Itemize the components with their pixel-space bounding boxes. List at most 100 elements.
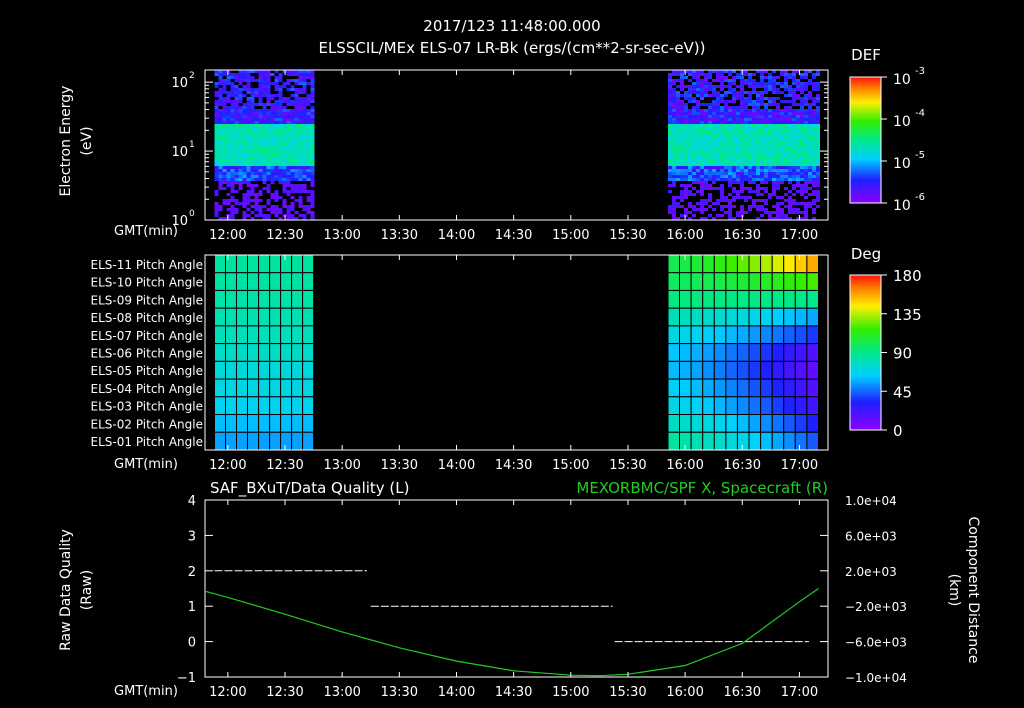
spectrogram-cell: [792, 202, 796, 205]
spectrogram-cell: [708, 151, 712, 154]
spectrogram-cell: [816, 115, 820, 118]
spectrogram-cell: [242, 91, 247, 94]
spectrogram-cell: [788, 133, 792, 136]
pitch-cell: [258, 290, 271, 309]
spectrogram-cell: [724, 151, 728, 154]
pitch-cell: [225, 378, 237, 398]
spectrogram-cell: [310, 139, 315, 142]
spectrogram-cell: [764, 97, 768, 100]
spectrogram-cell: [306, 91, 311, 94]
spectrogram-cell: [760, 109, 764, 112]
pitch-cell: [258, 343, 271, 362]
spectrogram-cell: [290, 181, 295, 184]
spectrogram-cell: [740, 208, 744, 211]
spectrogram-cell: [700, 118, 704, 121]
spectrogram-cell: [274, 160, 279, 163]
spectrogram-cell: [792, 214, 796, 217]
spectrogram-cell: [238, 112, 243, 115]
spectrogram-cell: [302, 124, 307, 127]
spectrogram-cell: [306, 109, 311, 112]
spectrogram-cell: [724, 97, 728, 100]
spectrogram-cell: [250, 193, 255, 196]
spectrogram-cell: [306, 136, 311, 139]
spectrogram-cell: [250, 166, 255, 169]
spectrogram-cell: [704, 136, 708, 139]
spectrogram-cell: [250, 127, 255, 130]
spectrogram-cell: [812, 205, 816, 208]
spectrogram-cell: [684, 85, 688, 88]
spectrogram-cell: [286, 88, 291, 91]
spectrogram-cell: [246, 79, 251, 82]
spectrogram-cell: [310, 136, 315, 139]
pitch-xlabel: GMT(min): [114, 457, 178, 472]
spectrogram-cell: [696, 124, 700, 127]
spectrogram-cell: [724, 82, 728, 85]
spectrogram-cell: [688, 103, 692, 106]
spectrogram-cell: [302, 127, 307, 130]
pitch-row-label: ELS-03 Pitch Angle: [91, 400, 203, 414]
spectrogram-cell: [784, 154, 788, 157]
spectrogram-cell: [680, 100, 684, 103]
spectrogram-cell: [278, 106, 283, 109]
spectrogram-cell: [764, 154, 768, 157]
spectrogram-cell: [676, 91, 680, 94]
spectrogram-cell: [282, 196, 287, 199]
spectrogram-cell: [772, 76, 776, 79]
spectrogram-cell: [294, 151, 299, 154]
spectrogram-cell: [230, 205, 235, 208]
spectrogram-cell: [708, 181, 712, 184]
spectrogram-cell: [692, 154, 696, 157]
pitch-cell: [280, 431, 293, 451]
spectrogram-cell: [218, 175, 223, 178]
spectrogram-cell: [278, 115, 283, 118]
spectrogram-cell: [788, 184, 792, 187]
spectrogram-cell: [744, 130, 748, 133]
spectrogram-cell: [780, 103, 784, 106]
spectrogram-cell: [668, 97, 672, 100]
spectrogram-cell: [688, 184, 692, 187]
spectrogram-cell: [764, 85, 768, 88]
spectrogram-cell: [720, 142, 724, 145]
lineplot-left-tick-label: 0: [188, 636, 196, 651]
spectrogram-cell: [816, 166, 820, 169]
spectrogram-cell: [214, 130, 219, 133]
spectrogram-cell: [788, 175, 792, 178]
spectrogram-cell: [756, 73, 760, 76]
spectrogram-cell: [696, 151, 700, 154]
spectrogram-cell: [780, 145, 784, 148]
spectrogram-cell: [246, 187, 251, 190]
spectrogram-cell: [676, 85, 680, 88]
spectrogram-cell: [716, 151, 720, 154]
spectrogram-cell: [696, 202, 700, 205]
spectrogram-cell: [262, 100, 267, 103]
spectrogram-cell: [294, 199, 299, 202]
spectrogram-cell: [218, 145, 223, 148]
spectrogram-cell: [214, 199, 219, 202]
spectrogram-cell: [812, 97, 816, 100]
spectrogram-cell: [760, 133, 764, 136]
spectrogram-cell: [784, 97, 788, 100]
spectrogram-cell: [222, 97, 227, 100]
spectrogram-cell: [788, 160, 792, 163]
spectrogram-cell: [804, 178, 808, 181]
spectrogram-cell: [808, 187, 812, 190]
spectrogram-time-tick-label: 16:30: [724, 228, 761, 243]
spectrogram-cell: [298, 106, 303, 109]
spectrogram-cell: [708, 145, 712, 148]
spectrogram-cell: [668, 139, 672, 142]
spectrogram-cell: [728, 121, 732, 124]
spectrogram-cell: [290, 193, 295, 196]
spectrogram-cell: [262, 121, 267, 124]
spectrogram-cell: [270, 142, 275, 145]
spectrogram-cell: [816, 112, 820, 115]
spectrogram-cell: [756, 121, 760, 124]
pitch-cell: [269, 272, 282, 291]
spectrogram-cell: [724, 184, 728, 187]
spectrogram-cell: [704, 142, 708, 145]
spectrogram-cell: [776, 166, 780, 169]
spectrogram-cell: [278, 124, 283, 127]
spectrogram-cell: [696, 97, 700, 100]
spectrogram-cell: [270, 124, 275, 127]
spectrogram-cell: [242, 178, 247, 181]
spectrogram-cell: [310, 190, 315, 193]
